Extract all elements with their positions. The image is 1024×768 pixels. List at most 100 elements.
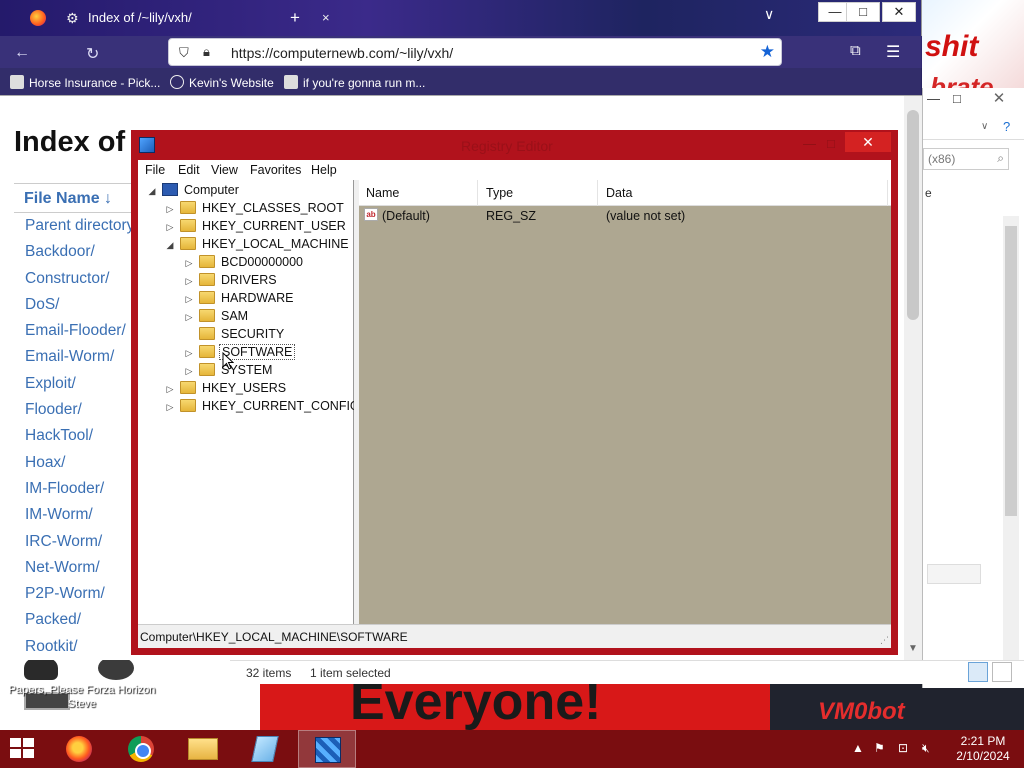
tree-node-key[interactable]: ▷ BCD00000000 — [183, 255, 305, 273]
action-center-flag-icon[interactable]: ⚑ — [874, 741, 885, 755]
taskbar-clock[interactable]: 2:21 PM 2/10/2024 — [948, 734, 1018, 764]
expand-icon[interactable]: ▷ — [164, 222, 176, 233]
column-name[interactable]: Name — [366, 186, 399, 200]
bookmark-item[interactable]: Kevin's Website — [170, 75, 274, 90]
expand-icon[interactable]: ▷ — [183, 312, 195, 323]
explorer-maximize-button[interactable]: □ — [953, 91, 961, 106]
expand-icon[interactable]: ▷ — [183, 258, 195, 269]
menu-help[interactable]: Help — [311, 163, 337, 177]
new-tab-button[interactable]: + — [290, 8, 300, 28]
reload-icon[interactable]: ↻ — [86, 44, 99, 64]
taskbar-chrome[interactable] — [112, 730, 170, 768]
regedit-minimize-button[interactable]: — — [803, 136, 816, 151]
expand-icon[interactable]: ▷ — [164, 384, 176, 395]
tree-node-hive[interactable]: ◢ HKEY_LOCAL_MACHINE — [164, 237, 351, 255]
column-divider[interactable] — [887, 180, 888, 206]
column-type[interactable]: Type — [486, 186, 513, 200]
registry-values-list[interactable]: Name Type Data ab (Default) REG_SZ (valu… — [359, 180, 891, 624]
tab-close-icon[interactable]: × — [322, 10, 330, 25]
clock-date: 2/10/2024 — [956, 749, 1010, 763]
taskbar-firefox[interactable] — [50, 730, 108, 768]
menu-view[interactable]: View — [211, 163, 238, 177]
list-tabs-icon[interactable]: ∨ — [764, 6, 774, 23]
tree-node-hive[interactable]: ▷ HKEY_CURRENT_USER — [164, 219, 348, 237]
extensions-icon[interactable]: ⧉ — [850, 42, 861, 59]
collapse-icon[interactable]: ◢ — [146, 186, 158, 197]
tracking-shield-icon[interactable]: ⛉ — [179, 45, 189, 61]
column-divider[interactable] — [597, 180, 598, 206]
registry-tree[interactable]: ◢ Computer ▷ HKEY_CLASSES_ROOT ▷ HKEY_CURRE… — [138, 180, 360, 624]
browser-scrollbar-thumb[interactable] — [907, 110, 919, 320]
wallpaper-text-vmobot: VM0bot — [818, 698, 905, 725]
taskbar-file-explorer[interactable] — [174, 730, 232, 768]
network-icon[interactable]: ⊡ — [898, 741, 908, 755]
folder-icon — [199, 327, 215, 340]
browser-close-button[interactable]: ✕ — [882, 2, 916, 22]
volume-muted-icon[interactable]: 🔇︎ — [922, 741, 930, 756]
url-bar[interactable]: ⛉ 🔒︎ https://computernewb.com/~lily/vxh/… — [168, 38, 782, 66]
regedit-maximize-button[interactable]: □ — [827, 136, 835, 151]
explorer-search-input[interactable]: (x86) ⌕ — [923, 148, 1009, 170]
browser-scrollbar[interactable]: ▼ — [904, 96, 922, 660]
explorer-scrollbar[interactable] — [1003, 216, 1019, 666]
regedit-close-button[interactable]: ✕ — [845, 132, 891, 152]
column-divider[interactable] — [477, 180, 478, 206]
registry-editor-window[interactable]: Registry Editor — □ ✕ File Edit View Fav… — [131, 130, 898, 655]
expand-icon[interactable]: ▷ — [183, 294, 195, 305]
bookmark-item[interactable]: Horse Insurance - Pick... — [10, 75, 160, 90]
menu-edit[interactable]: Edit — [178, 163, 200, 177]
details-view-icon[interactable] — [968, 662, 988, 682]
clock-time: 2:21 PM — [960, 734, 1006, 748]
large-icons-view-icon[interactable] — [992, 662, 1012, 682]
expand-icon[interactable]: ▷ — [183, 348, 195, 359]
bookmarks-toolbar: Horse Insurance - Pick... Kevin's Websit… — [0, 68, 922, 96]
expand-icon[interactable]: ▷ — [164, 402, 176, 413]
registry-value-row[interactable]: ab (Default) REG_SZ (value not set) — [359, 207, 891, 225]
tree-node-key-selected[interactable]: ▷ SOFTWARE — [183, 344, 296, 363]
taskbar-notepad[interactable] — [236, 730, 294, 768]
resize-grip-icon[interactable]: ⋰ — [880, 635, 889, 646]
explorer-close-button[interactable]: ✕ — [975, 88, 1023, 110]
tree-node-hive[interactable]: ▷ HKEY_CURRENT_CONFIG — [164, 399, 362, 417]
regedit-titlebar[interactable]: Registry Editor — □ ✕ — [131, 130, 898, 160]
file-explorer-window[interactable]: — □ ✕ ∨ ? (x86) ⌕ e — [922, 88, 1024, 688]
tree-node-key[interactable]: ▷ HARDWARE — [183, 291, 295, 309]
hamburger-menu-icon[interactable]: ☰ — [886, 42, 900, 62]
bookmark-favicon-icon — [284, 75, 298, 89]
folder-icon — [180, 399, 196, 412]
search-icon[interactable]: ⌕ — [997, 151, 1004, 166]
chevron-down-icon[interactable]: ∨ — [981, 121, 988, 132]
tree-node-computer[interactable]: ◢ Computer — [146, 183, 241, 201]
back-arrow-icon[interactable]: ← — [14, 44, 30, 62]
tree-node-key[interactable]: ▷ DRIVERS — [183, 273, 279, 291]
tree-node-hive[interactable]: ▷ HKEY_CLASSES_ROOT — [164, 201, 346, 219]
expand-icon[interactable]: ▷ — [164, 204, 176, 215]
scroll-down-icon[interactable]: ▼ — [908, 643, 918, 654]
browser-tab[interactable]: ⚙ Index of /~lily/vxh/ × — [58, 4, 330, 32]
bookmark-star-icon[interactable]: ★ — [760, 42, 775, 62]
menu-favorites[interactable]: Favorites — [250, 163, 301, 177]
tree-node-key[interactable]: SECURITY — [183, 327, 286, 345]
tree-node-hive[interactable]: ▷ HKEY_USERS — [164, 381, 288, 399]
url-text[interactable]: https://computernewb.com/~lily/vxh/ — [231, 45, 453, 61]
lock-icon[interactable]: 🔒︎ — [203, 44, 210, 60]
collapse-icon[interactable]: ◢ — [164, 240, 176, 251]
bookmark-item[interactable]: if you're gonna run m... — [284, 75, 425, 90]
show-hidden-icons-icon[interactable]: ▲ — [852, 741, 864, 755]
explorer-address-bar[interactable]: ∨ ? — [923, 118, 1024, 140]
browser-maximize-button[interactable]: □ — [846, 2, 880, 22]
globe-icon — [170, 75, 184, 89]
value-name: (Default) — [382, 209, 430, 223]
tree-node-key[interactable]: ▷ SAM — [183, 309, 250, 327]
explorer-scrollbar-thumb[interactable] — [1005, 226, 1017, 516]
start-button[interactable] — [10, 738, 36, 760]
help-icon[interactable]: ? — [1003, 119, 1010, 134]
expand-icon[interactable]: ▷ — [183, 366, 195, 377]
menu-file[interactable]: File — [145, 163, 165, 177]
explorer-column-header[interactable]: e — [925, 186, 932, 200]
column-data[interactable]: Data — [606, 186, 632, 200]
explorer-minimize-button[interactable]: — — [927, 91, 940, 106]
expand-icon[interactable]: ▷ — [183, 276, 195, 287]
tab-favicon-icon: ⚙ — [66, 10, 79, 26]
taskbar-regedit[interactable] — [298, 730, 356, 768]
